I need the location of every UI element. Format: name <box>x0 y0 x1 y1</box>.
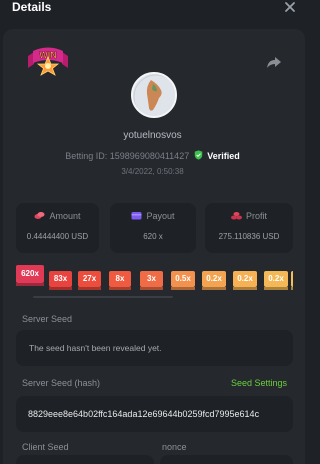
amount-value: 0.44444400 USD <box>26 232 89 241</box>
server-seed-hash-label: Server Seed (hash) <box>22 378 101 388</box>
server-seed-hash-field[interactable]: 8829eee8e64b02ffc164ada12e69644b0259fcd7… <box>16 396 293 432</box>
win-badge-icon: WIN <box>28 47 68 76</box>
multiplier-chip: 83x <box>49 271 72 287</box>
multiplier-scrollbar[interactable] <box>33 296 173 298</box>
server-seed-label: Server Seed <box>22 314 73 324</box>
profit-card: Profit 275.110836 USD <box>205 203 293 253</box>
close-icon[interactable] <box>284 1 296 13</box>
modal-title: Details <box>12 0 52 14</box>
nonce-field[interactable] <box>160 455 293 464</box>
modal-header: Details <box>0 0 305 18</box>
multiplier-chip: 0.2x <box>233 271 257 287</box>
betting-id-label: Betting ID: <box>65 151 108 161</box>
multiplier-strip[interactable]: 620x 83x 27x 8x 3x 0.5x 0.2x 0.2x 0.2x <box>16 265 293 292</box>
payout-label: Payout <box>146 211 175 221</box>
verified-label: Verified <box>207 151 240 161</box>
server-seed-field: The seed hasn't been revealed yet. <box>16 330 293 366</box>
multiplier-chip <box>291 271 293 287</box>
username: yotuelnosvos <box>123 130 182 141</box>
multiplier-chip: 8x <box>109 271 131 287</box>
bet-date: 3/4/2022, 0:50:38 <box>121 167 184 176</box>
multiplier-chip: 27x <box>78 271 101 287</box>
amount-card: Amount 0.44444400 USD <box>16 203 99 253</box>
client-seed-label: Client Seed <box>22 442 69 452</box>
seed-settings-link[interactable]: Seed Settings <box>231 378 287 388</box>
coins-icon <box>230 212 242 220</box>
multiplier-chip: 0.2x <box>264 271 288 287</box>
coins-icon <box>34 212 45 219</box>
multiplier-chip: 620x <box>16 265 44 283</box>
betting-id-value: 1598969080411427 <box>109 151 190 161</box>
client-seed-field[interactable] <box>16 455 154 464</box>
profit-label: Profit <box>245 211 267 221</box>
shield-check-icon <box>194 150 202 160</box>
amount-label: Amount <box>49 211 81 221</box>
betting-id-row: Betting ID: 1598969080411427 Verified <box>0 150 305 161</box>
payout-card: Payout 620 x <box>110 203 196 253</box>
profit-value: 275.110836 USD <box>218 232 280 241</box>
multiplier-chip: 0.5x <box>171 271 195 287</box>
multiplier-chip: 0.2x <box>202 271 226 287</box>
payout-value: 620 x <box>143 232 163 241</box>
multiplier-chip: 3x <box>140 271 163 287</box>
share-icon[interactable] <box>266 54 282 70</box>
nonce-label: nonce <box>162 442 187 452</box>
avatar <box>131 72 177 118</box>
wallet-icon <box>131 212 142 220</box>
